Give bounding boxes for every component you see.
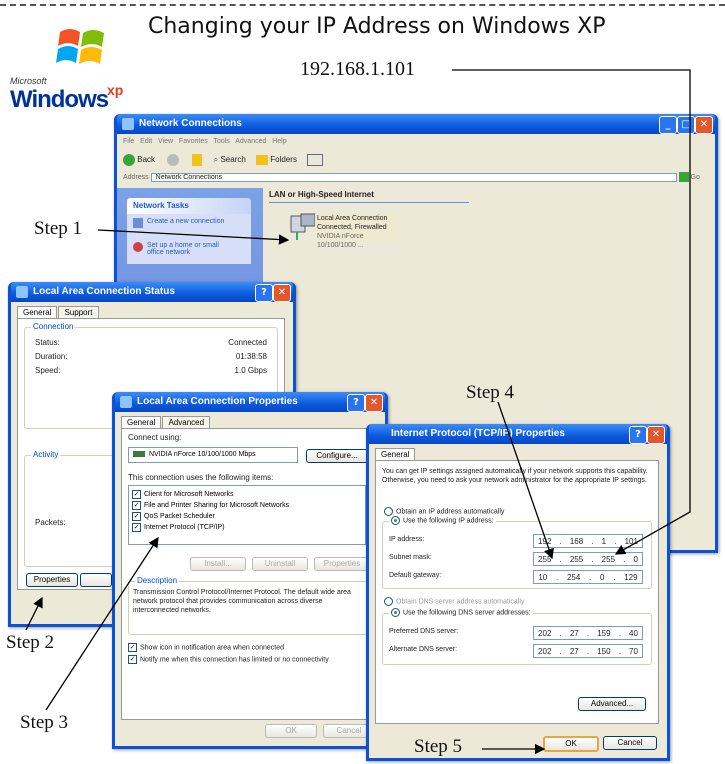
step-1-arrow — [97, 229, 290, 245]
step-3-arrow — [45, 536, 159, 711]
step-2-arrow — [25, 596, 43, 631]
ip-caption-arrow — [452, 69, 691, 555]
annotation-arrows — [25, 69, 691, 755]
step-4-arrow — [497, 401, 554, 560]
